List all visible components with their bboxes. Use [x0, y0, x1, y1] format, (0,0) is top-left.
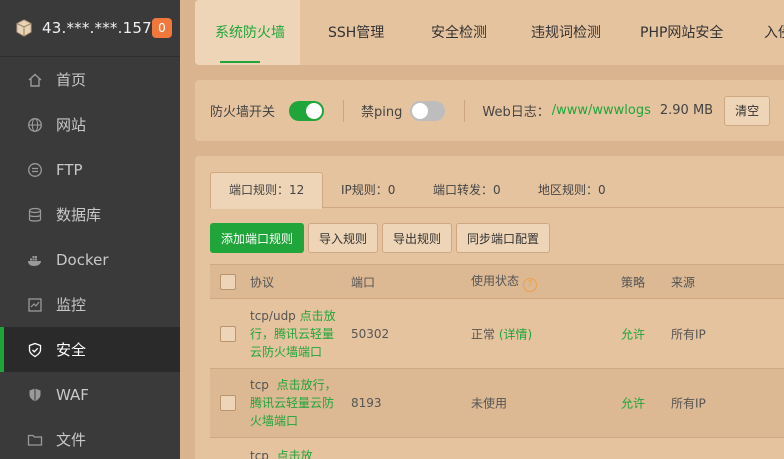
globe-icon — [26, 116, 44, 134]
subtab-port-forward[interactable]: 端口转发：0 — [433, 172, 501, 208]
sidebar-item-label: WAF — [56, 385, 89, 404]
sidebar-item-ftp[interactable]: FTP — [0, 147, 180, 192]
web-log-label: Web日志： — [482, 105, 550, 120]
port-rules-panel: 端口规则：12 IP规则：0 端口转发：0 地区规则：0 添加端口规则 导入规则… — [195, 156, 784, 459]
port-cell: 8193 — [351, 396, 382, 410]
tab-ssh[interactable]: SSH管理 — [328, 22, 384, 42]
header-protocol[interactable]: 协议 — [250, 273, 274, 290]
tab-intrusion[interactable]: 入侵 — [764, 22, 784, 42]
protocol-cell: tcp 点击放行，腾讯云轻量云防火墙端口 — [250, 376, 342, 430]
table-row: tcp 点击放 — [210, 438, 784, 459]
header-port[interactable]: 端口 — [351, 273, 375, 290]
header-policy[interactable]: 策略 — [621, 273, 645, 290]
source-cell: 所有IP — [671, 396, 706, 411]
rule-subtabs: 端口规则：12 IP规则：0 端口转发：0 地区规则：0 — [210, 172, 784, 209]
source-cell: 所有IP — [671, 327, 706, 341]
sidebar-menu: 首页 网站 FTP 数据库 Docker 监控 安全 WAF 文件 — [0, 57, 180, 459]
sidebar-item-monitor[interactable]: 监控 — [0, 282, 180, 327]
row-checkbox[interactable] — [220, 395, 236, 411]
status-value: 未使用 — [471, 396, 508, 411]
sync-port-config-button[interactable]: 同步端口配置 — [456, 223, 551, 253]
header-status-label: 使用状态 — [471, 273, 520, 288]
sidebar-item-label: 监控 — [56, 296, 87, 314]
toggle-knob — [412, 102, 429, 119]
header-status: 使用状态? — [471, 272, 538, 292]
sidebar-item-waf[interactable]: WAF — [0, 372, 180, 417]
web-log-path-link[interactable]: /www/wwwlogs — [552, 103, 651, 118]
sidebar-item-label: 安全 — [56, 341, 87, 359]
port-cell: 50302 — [351, 326, 390, 341]
tab-security-scan[interactable]: 安全检测 — [431, 22, 487, 42]
policy-cell[interactable]: 允许 — [621, 395, 645, 412]
protocol-value: tcp/udp — [250, 308, 296, 323]
web-log-size: 2.90 MB — [659, 103, 714, 118]
status-value: 正常 — [471, 327, 496, 341]
sidebar-item-label: 文件 — [56, 431, 87, 449]
add-port-rule-button[interactable]: 添加端口规则 — [210, 223, 305, 253]
tencent-firewall-link[interactable]: 点击放 — [277, 449, 313, 459]
server-ip: 43.***.***.157 — [42, 19, 152, 37]
security-tabs: 系统防火墙 SSH管理 安全检测 违规词检测 PHP网站安全 入侵 — [195, 0, 784, 65]
subtab-port-rules[interactable]: 端口规则：12 — [210, 172, 324, 209]
folder-icon — [26, 431, 44, 449]
protocol-value: tcp — [250, 449, 269, 459]
ping-label: 禁ping — [361, 105, 403, 120]
select-all-checkbox[interactable] — [220, 273, 236, 290]
main-content: 系统防火墙 SSH管理 安全检测 违规词检测 PHP网站安全 入侵 防火墙开关 … — [180, 0, 784, 459]
sidebar-item-files[interactable]: 文件 — [0, 417, 180, 459]
row-checkbox[interactable] — [220, 325, 236, 342]
sidebar-item-label: Docker — [56, 250, 109, 269]
server-header[interactable]: 43.***.***.157 0 — [0, 0, 180, 57]
sidebar-item-home[interactable]: 首页 — [0, 57, 180, 102]
firewall-settings-bar: 防火墙开关 禁ping Web日志： /www/wwwlogs 2.90 MB … — [195, 80, 784, 141]
ping-toggle[interactable] — [410, 100, 446, 121]
notification-badge[interactable]: 0 — [152, 18, 172, 38]
status-details-link[interactable]: (详情) — [499, 327, 532, 341]
port-rules-table: 协议 端口 使用状态? 策略 来源 tcp/udp 点击放行，腾讯云轻量云防火墙… — [210, 264, 784, 459]
home-icon — [26, 71, 44, 89]
table-header: 协议 端口 使用状态? 策略 来源 — [210, 264, 784, 299]
protocol-cell: tcp 点击放 — [250, 447, 342, 459]
sidebar-item-label: 首页 — [56, 71, 87, 89]
tab-php-security[interactable]: PHP网站安全 — [640, 22, 723, 42]
status-cell: 正常 (详情) — [471, 325, 532, 342]
clear-log-button[interactable]: 清空 — [724, 95, 771, 126]
export-rules-button[interactable]: 导出规则 — [382, 223, 453, 253]
shield-icon — [26, 341, 44, 359]
server-icon — [14, 18, 34, 38]
divider — [464, 99, 466, 122]
docker-icon — [26, 251, 44, 269]
table-row: tcp 点击放行，腾讯云轻量云防火墙端口 8193 未使用 允许 所有IP — [210, 369, 784, 438]
rule-actions: 添加端口规则 导入规则 导出规则 同步端口配置 — [210, 223, 551, 253]
header-source[interactable]: 来源 — [671, 273, 695, 290]
database-icon — [26, 206, 44, 224]
subtab-ip-rules[interactable]: IP规则：0 — [341, 172, 395, 208]
help-icon[interactable]: ? — [523, 277, 538, 292]
sidebar: 43.***.***.157 0 首页 网站 FTP 数据库 Docker 监控 — [0, 0, 180, 459]
toggle-knob — [306, 102, 323, 119]
tab-firewall[interactable]: 系统防火墙 — [215, 22, 285, 42]
monitor-icon — [26, 296, 44, 314]
table-row: tcp/udp 点击放行，腾讯云轻量云防火墙端口 50302 正常 (详情) 允… — [210, 299, 784, 369]
active-tab-indicator — [220, 61, 260, 63]
tab-violation-words[interactable]: 违规词检测 — [531, 22, 601, 42]
sidebar-item-label: 网站 — [56, 116, 87, 134]
sidebar-item-label: FTP — [56, 160, 83, 179]
waf-shield-icon — [26, 386, 44, 404]
divider — [343, 99, 345, 122]
sidebar-item-database[interactable]: 数据库 — [0, 192, 180, 237]
status-cell: 未使用 — [471, 395, 507, 412]
protocol-cell: tcp/udp 点击放行，腾讯云轻量云防火墙端口 — [250, 307, 342, 361]
sidebar-item-docker[interactable]: Docker — [0, 237, 180, 282]
import-rules-button[interactable]: 导入规则 — [308, 223, 379, 253]
firewall-switch-label: 防火墙开关 — [210, 105, 276, 120]
sidebar-item-security[interactable]: 安全 — [0, 327, 180, 372]
subtab-region-rules[interactable]: 地区规则：0 — [538, 172, 606, 208]
firewall-toggle[interactable] — [289, 100, 325, 121]
protocol-value: tcp — [250, 378, 269, 392]
ftp-icon — [26, 161, 44, 179]
sidebar-item-label: 数据库 — [56, 206, 102, 224]
sidebar-item-website[interactable]: 网站 — [0, 102, 180, 147]
policy-cell[interactable]: 允许 — [621, 325, 645, 342]
